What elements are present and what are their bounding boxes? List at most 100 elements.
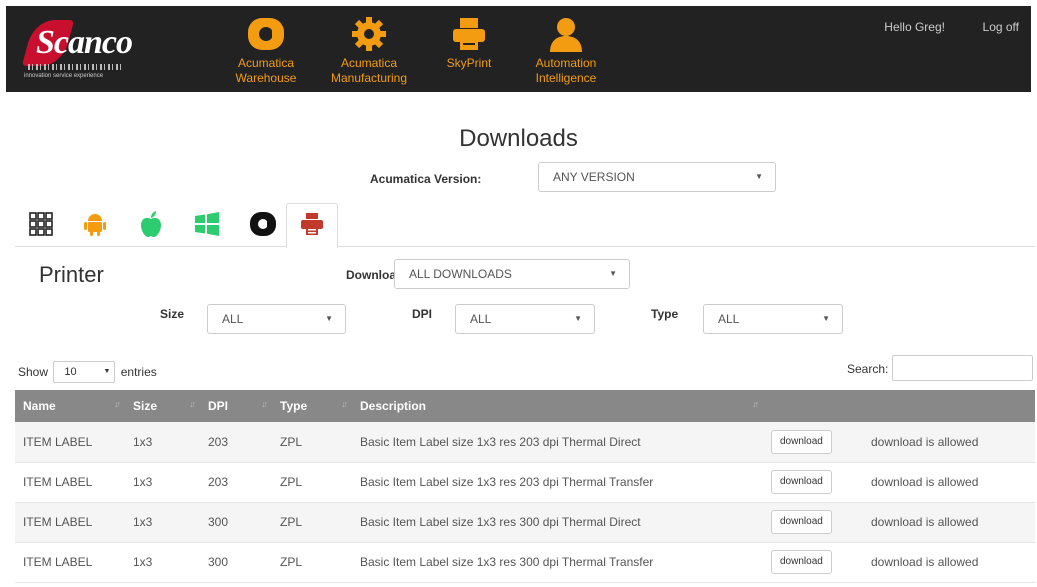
dpi-select-value: ALL	[470, 312, 492, 326]
entries-label: entries	[120, 365, 157, 379]
chevron-down-icon: ▼	[609, 269, 617, 278]
type-select[interactable]: ALL ▼	[703, 304, 843, 334]
cell-size: 1x3	[133, 434, 153, 449]
version-label: Acumatica Version:	[370, 172, 482, 186]
entries-control: Show 10 ▼ entries	[18, 361, 157, 384]
table-row: ITEM LABEL 1x3 300 ZPL Basic Item Label …	[15, 542, 1035, 582]
column-header-status	[863, 390, 1035, 422]
table-header-row: Name ↓↑ Size ↓↑ DPI ↓↑ Type ↓↑ Description ↓↑	[15, 390, 1035, 422]
printer-icon	[301, 213, 323, 238]
cell-description: Basic Item Label size 1x3 res 300 dpi Th…	[360, 555, 654, 569]
cell-status: download is allowed	[871, 515, 979, 529]
chevron-down-icon: ▼	[822, 314, 830, 323]
size-label: Size	[160, 307, 185, 321]
cell-dpi: 300	[208, 515, 229, 529]
search-label: Search:	[847, 362, 889, 376]
download-button[interactable]: download	[771, 470, 832, 494]
windows-icon	[195, 211, 219, 239]
download-select[interactable]: ALL DOWNLOADS ▼	[394, 259, 630, 289]
cell-type: ZPL	[280, 555, 303, 569]
column-header-type[interactable]: Type ↓↑	[272, 390, 352, 422]
cell-name: ITEM LABEL	[23, 555, 93, 569]
printer-icon	[451, 16, 487, 52]
dpi-select[interactable]: ALL ▼	[455, 304, 595, 334]
search-input[interactable]	[892, 355, 1033, 381]
chevron-down-icon: ▼	[325, 314, 333, 323]
cell-size: 1x3	[133, 555, 153, 569]
cell-name: ITEM LABEL	[23, 515, 93, 529]
cell-action: download	[763, 542, 863, 582]
cell-type: ZPL	[280, 475, 303, 489]
apple-icon	[140, 210, 162, 240]
download-button[interactable]: download	[771, 510, 832, 534]
tab-all[interactable]	[15, 203, 67, 247]
column-header-name[interactable]: Name ↓↑	[15, 390, 125, 422]
page-title: Downloads	[459, 125, 578, 152]
chevron-down-icon: ▼	[574, 314, 582, 323]
entries-select-value: 10	[64, 366, 77, 378]
nav-label-line1: Acumatica	[237, 56, 295, 70]
cell-type: ZPL	[280, 434, 303, 449]
cell-action: download	[763, 462, 863, 502]
nav-skyprint[interactable]: SkyPrint	[434, 16, 504, 71]
cell-name: ITEM LABEL	[23, 434, 93, 449]
platform-tabs	[15, 203, 1035, 248]
sort-icon: ↓↑	[189, 399, 196, 409]
logo-tagline: innovation service experience	[24, 73, 104, 79]
scanco-logo[interactable]: Scanco innovation service experience	[21, 18, 133, 80]
cell-action: download	[763, 502, 863, 542]
cell-size: 1x3	[133, 515, 153, 529]
cell-dpi: 203	[208, 434, 229, 449]
entries-select[interactable]: 10 ▼	[53, 361, 116, 383]
size-select-value: ALL	[222, 312, 244, 326]
sort-icon: ↓↑	[261, 399, 268, 409]
tab-android[interactable]	[69, 203, 121, 247]
show-label: Show	[18, 365, 49, 379]
version-select[interactable]: ANY VERSION ▼	[538, 162, 776, 192]
column-header-dpi[interactable]: DPI ↓↑	[200, 390, 272, 422]
version-select-value: ANY VERSION	[553, 170, 635, 184]
column-header-action	[763, 390, 863, 422]
logo-barcode	[28, 64, 124, 70]
gear-icon	[351, 16, 387, 52]
tab-acumatica[interactable]	[237, 203, 289, 247]
downloads-table: Name ↓↑ Size ↓↑ DPI ↓↑ Type ↓↑ Description ↓↑…	[15, 390, 1035, 583]
cell-size: 1x3	[133, 475, 153, 489]
acumatica-a-icon	[248, 16, 284, 52]
type-select-value: ALL	[718, 312, 740, 326]
nav-acumatica-manufacturing[interactable]: Acumatica Manufacturing	[324, 16, 414, 86]
nav-label-line2: Manufacturing	[330, 71, 408, 85]
tab-windows[interactable]	[181, 203, 233, 247]
cell-status: download is allowed	[871, 475, 979, 489]
column-header-description[interactable]: Description ↓↑	[352, 390, 763, 422]
logoff-link[interactable]: Log off	[983, 20, 1019, 34]
top-navbar: Scanco innovation service experience Acu…	[6, 6, 1031, 92]
sort-icon: ↓↑	[114, 399, 121, 409]
download-button[interactable]: download	[771, 429, 832, 454]
logo-wordmark: Scanco	[36, 24, 133, 61]
cell-description: Basic Item Label size 1x3 res 203 dpi Th…	[360, 434, 641, 449]
tab-printer[interactable]	[286, 203, 338, 248]
grid-icon	[29, 211, 53, 239]
nav-automation-intelligence[interactable]: Automation Intelligence	[526, 16, 606, 86]
tab-apple[interactable]	[125, 203, 177, 247]
column-header-size[interactable]: Size ↓↑	[125, 390, 200, 422]
acumatica-icon	[250, 211, 276, 239]
size-select[interactable]: ALL ▼	[207, 304, 346, 334]
cell-status: download is allowed	[871, 555, 979, 569]
table-row: ITEM LABEL 1x3 203 ZPL Basic Item Label …	[15, 422, 1035, 462]
cell-description: Basic Item Label size 1x3 res 300 dpi Th…	[360, 515, 641, 529]
sort-icon: ↓↑	[752, 399, 759, 409]
nav-label-line2: Warehouse	[235, 71, 297, 85]
download-button[interactable]: download	[771, 550, 832, 574]
chevron-down-icon: ▼	[755, 172, 763, 181]
nav-label-line1: Acumatica	[340, 56, 398, 70]
cell-dpi: 203	[208, 475, 229, 489]
download-select-value: ALL DOWNLOADS	[409, 267, 512, 281]
type-label: Type	[651, 307, 679, 321]
nav-acumatica-warehouse[interactable]: Acumatica Warehouse	[226, 16, 306, 86]
cell-dpi: 300	[208, 555, 229, 569]
person-icon	[548, 16, 584, 52]
nav-label-line2: Intelligence	[535, 71, 597, 85]
dpi-label: DPI	[412, 307, 433, 321]
